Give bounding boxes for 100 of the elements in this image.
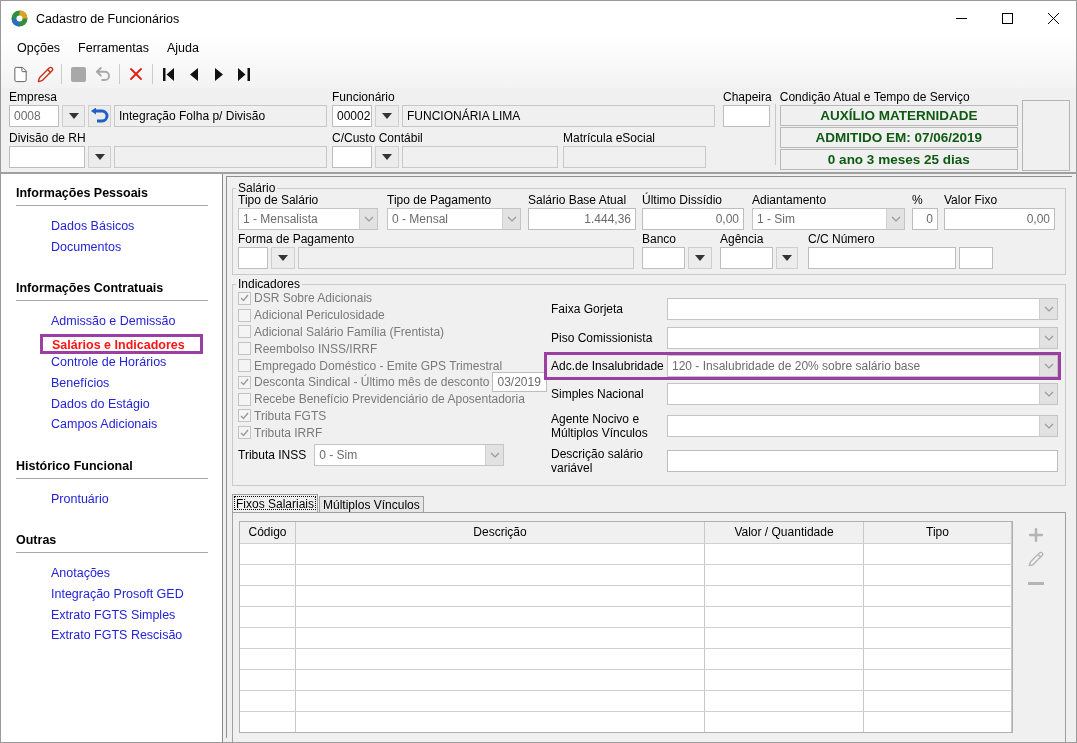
dropdown-button[interactable] — [271, 247, 295, 269]
dropdown-button[interactable] — [375, 146, 399, 168]
field-label: Tributa INSS — [238, 447, 307, 463]
field-label: Divisão de RH — [9, 131, 87, 146]
pencil-icon — [36, 65, 54, 83]
menu-item[interactable]: Ajuda — [158, 39, 207, 57]
number-field[interactable]: 1.444,36 — [528, 208, 636, 230]
input-field[interactable] — [642, 247, 685, 269]
checkbox-label: Recebe Benefício Previdenciário de Aposentadoria — [254, 392, 525, 407]
select-field[interactable] — [667, 298, 1058, 320]
nav-link[interactable]: Controle de Horários — [15, 354, 208, 375]
minimize-icon — [955, 18, 967, 19]
field-label: Salário Base Atual — [528, 193, 628, 208]
nav-link[interactable]: Extrato FGTS Rescisão — [15, 627, 208, 648]
input-field[interactable] — [563, 146, 706, 168]
select-field[interactable]: 0 - Sim — [314, 444, 505, 467]
nav-link[interactable]: Anotações — [15, 565, 208, 586]
nav-link[interactable]: Extrato FGTS Simples — [15, 606, 208, 628]
nav-link[interactable]: Dados do Estágio — [15, 395, 208, 417]
nav-link[interactable]: Documentos — [15, 238, 208, 260]
input-field[interactable] — [667, 450, 1058, 472]
number-field[interactable]: 0,00 — [642, 208, 744, 230]
nav-link[interactable]: Integração Prosoft GED — [15, 585, 208, 607]
chevron-icon — [1043, 391, 1054, 397]
dropdown-button[interactable] — [688, 247, 712, 269]
field-label: Tipo de Pagamento — [387, 193, 493, 208]
section-title: Outras — [16, 533, 208, 554]
caret-icon — [94, 154, 105, 160]
tab[interactable]: Fixos Salariais — [232, 494, 319, 512]
dropdown-button[interactable] — [88, 146, 111, 168]
checkbox-label: Tributa IRRF — [254, 425, 323, 440]
status-box: 0 ano 3 meses 25 dias — [779, 149, 1018, 170]
nav-link[interactable]: Dados Básicos — [15, 218, 208, 239]
caret-icon — [695, 255, 705, 261]
checkbox-label: Adicional Periculosidade — [254, 308, 385, 323]
input-field[interactable] — [332, 146, 372, 168]
number-field[interactable]: 0,00 — [944, 208, 1055, 230]
nav-link[interactable]: Admissão e Demissão — [15, 313, 208, 334]
field-label: C/C Número — [808, 232, 876, 247]
nav-link[interactable]: Salários e Indicadores — [40, 333, 203, 355]
nav-link[interactable]: Campos Adicionais — [15, 416, 208, 437]
nav-link[interactable]: Benefícios — [15, 374, 208, 396]
field-label: Banco — [642, 232, 678, 247]
document-icon — [11, 65, 29, 83]
group-title: Indicadores — [237, 277, 302, 291]
select-field[interactable]: 1 - Mensalista — [238, 208, 378, 230]
checkbox-label: Empregado Doméstico - Emite GPS Trimestral — [254, 358, 503, 373]
name-field: FUNCIONÁRIA LIMA — [402, 105, 715, 127]
input-field[interactable] — [238, 247, 268, 269]
select-field[interactable] — [667, 415, 1058, 437]
minus-icon — [1028, 581, 1044, 585]
field-label: Descrição salário variável — [551, 447, 645, 475]
field-label: Agência — [720, 232, 765, 247]
select-field[interactable]: 1 - Sim — [752, 208, 905, 230]
select-field[interactable]: 120 - Insalubridade de 20% sobre salário base — [667, 355, 1058, 377]
column-header: Tipo — [864, 522, 1012, 543]
select-field[interactable]: 0 - Mensal — [387, 208, 521, 230]
chevron-icon — [1043, 306, 1054, 312]
caret-icon — [68, 113, 79, 119]
refresh-button[interactable] — [88, 105, 111, 127]
chevron-icon — [489, 452, 500, 459]
menu-item[interactable]: Ferramentas — [70, 39, 157, 57]
input-field[interactable] — [959, 247, 993, 269]
field-label: Simples Nacional — [551, 387, 645, 401]
nav-link[interactable]: Prontuário — [15, 490, 208, 512]
menu-item[interactable]: Opções — [9, 39, 69, 57]
chevron-icon — [1043, 335, 1054, 341]
square-icon — [70, 66, 86, 82]
input-field[interactable] — [723, 105, 770, 127]
field-label: Agente Nocivo e Múltiplos Vínculos — [551, 412, 649, 440]
caret-icon — [382, 154, 392, 160]
undo-icon — [94, 65, 112, 83]
checkbox-label: Reembolso INSS/IRRF — [254, 341, 378, 356]
field-label: Adc.de Insalubridade — [551, 359, 665, 373]
number-field[interactable]: 0 — [912, 208, 938, 230]
dropdown-button[interactable] — [776, 247, 798, 269]
field-label: Faixa Gorjeta — [551, 302, 625, 316]
check-icon — [240, 378, 249, 387]
dropdown-button[interactable] — [375, 105, 399, 127]
input-field[interactable] — [9, 146, 85, 168]
select-field[interactable] — [667, 327, 1058, 349]
dropdown-button[interactable] — [62, 105, 85, 127]
tab[interactable]: Múltiplos Vínculos — [319, 496, 424, 512]
status-box: AUXÍLIO MATERNIDADE — [779, 105, 1018, 126]
input-field[interactable] — [808, 247, 956, 269]
select-field[interactable] — [667, 383, 1058, 405]
skip-last-icon — [238, 67, 250, 81]
chevron-icon — [506, 216, 517, 222]
checkbox-label: Desconta Sindical - Último mês de desconto — [254, 375, 490, 390]
input-field[interactable] — [720, 247, 773, 269]
plus-icon — [1026, 525, 1046, 545]
field-label: Valor Fixo — [944, 193, 999, 208]
caret-icon — [278, 255, 288, 261]
chevron-icon — [363, 216, 374, 222]
right-triangle-icon — [215, 67, 223, 81]
field-label: Matrícula eSocial — [563, 131, 657, 146]
app-logo-icon — [11, 10, 28, 27]
pencil-icon — [1028, 551, 1044, 567]
code-field[interactable]: 00002 — [332, 105, 372, 127]
field-label: Tipo de Salário — [238, 193, 320, 208]
